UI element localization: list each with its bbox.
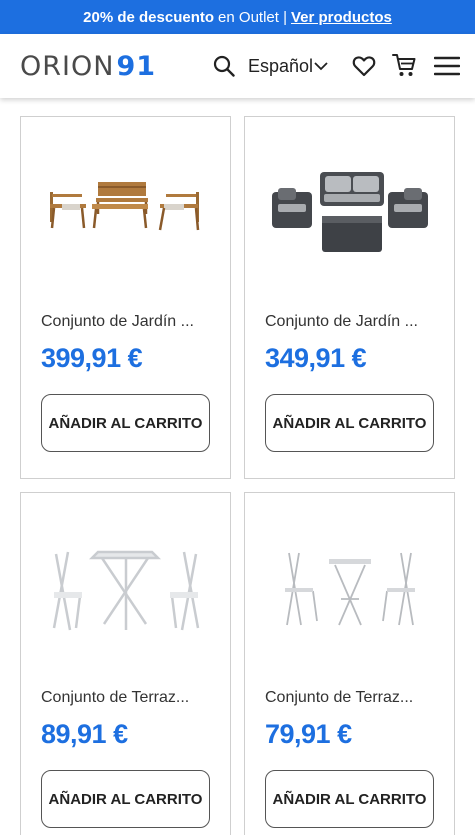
promo-products-link[interactable]: Ver productos	[291, 9, 392, 26]
add-to-cart-button[interactable]: AÑADIR AL CARRITO	[41, 394, 210, 452]
heart-icon[interactable]	[352, 54, 376, 78]
product-price: 399,91 €	[41, 343, 143, 373]
product-card: Conjunto de Jardín ... 399,91 € AÑADIR A…	[20, 116, 231, 479]
product-name[interactable]: Conjunto de Jardín ...	[265, 313, 443, 331]
hamburger-menu-icon[interactable]	[433, 56, 461, 76]
product-price: 89,91 €	[41, 719, 128, 749]
language-label: Español	[248, 55, 314, 76]
language-selector[interactable]: Español	[248, 54, 328, 78]
product-card: Conjunto de Jardín ... 349,91 € AÑADIR A…	[244, 116, 455, 479]
add-to-cart-button[interactable]: AÑADIR AL CARRITO	[265, 394, 434, 452]
site-header: ORION 91 Español	[0, 34, 475, 98]
product-price: 79,91 €	[265, 719, 352, 749]
chevron-down-icon	[314, 62, 328, 71]
promo-discount-text: 20% de descuento	[83, 8, 215, 26]
product-name[interactable]: Conjunto de Terraz...	[41, 689, 219, 707]
product-price: 349,91 €	[265, 343, 367, 373]
product-image-grey-folding-terrace-set[interactable]	[255, 505, 445, 673]
logo-text: ORION	[20, 50, 115, 82]
product-image-white-folding-terrace-set[interactable]	[31, 505, 221, 673]
product-card: Conjunto de Terraz... 89,91 € AÑADIR AL …	[20, 492, 231, 835]
product-image-wooden-garden-set[interactable]	[31, 129, 221, 297]
product-image-rattan-garden-set[interactable]	[255, 129, 445, 297]
product-name[interactable]: Conjunto de Jardín ...	[41, 313, 219, 331]
logo[interactable]: ORION 91	[20, 48, 156, 84]
add-to-cart-button[interactable]: AÑADIR AL CARRITO	[265, 770, 434, 828]
logo-number: 91	[116, 50, 157, 82]
cart-icon[interactable]	[392, 52, 416, 78]
product-name[interactable]: Conjunto de Terraz...	[265, 689, 443, 707]
product-card: Conjunto de Terraz... 79,91 € AÑADIR AL …	[244, 492, 455, 835]
promo-bar: 20% de descuento en Outlet | Ver product…	[0, 0, 475, 34]
add-to-cart-button[interactable]: AÑADIR AL CARRITO	[41, 770, 210, 828]
search-icon[interactable]	[213, 55, 235, 77]
promo-outlet-text: en Outlet |	[218, 8, 287, 26]
